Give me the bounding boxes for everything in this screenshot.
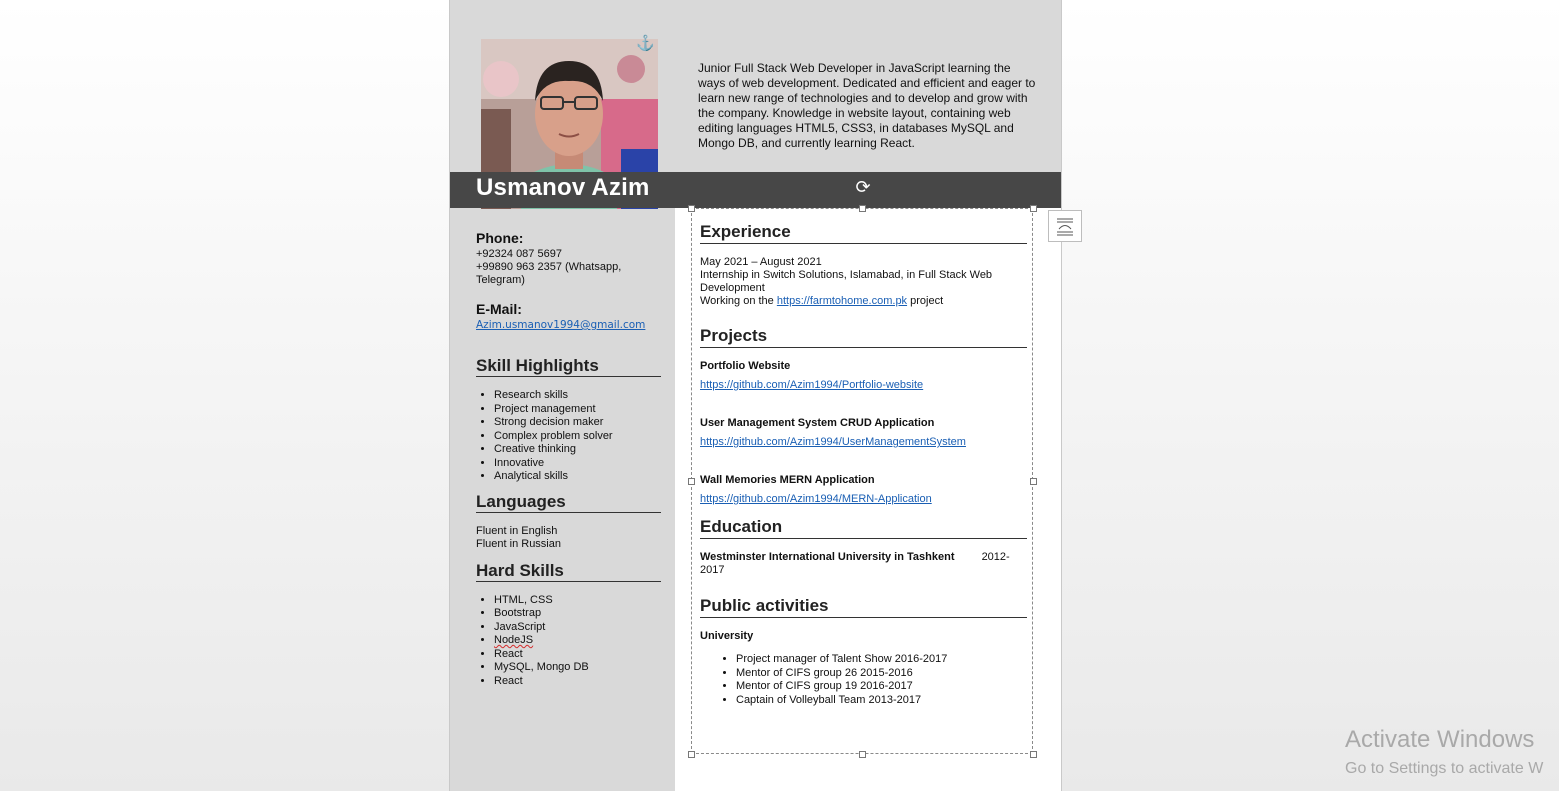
resume-page: ⚓ Junior Full Stack Web Developer in Jav… (449, 0, 1062, 791)
activities-list: Project manager of Talent Show 2016-2017… (700, 653, 1027, 707)
experience-desc: Internship in Switch Solutions, Islamaba… (700, 269, 993, 294)
work-prefix: Working on the (700, 295, 777, 307)
language-item: Fluent in English (476, 524, 558, 537)
anchor-icon: ⚓ (636, 35, 655, 52)
list-item: Creative thinking (494, 443, 661, 457)
list-item: React (494, 675, 661, 689)
education-years-end: 2017 (700, 564, 725, 576)
phone-label: Phone: (476, 230, 524, 246)
spellcheck-word[interactable]: NodeJS (494, 634, 533, 646)
resize-handle[interactable] (859, 751, 866, 758)
activities-subtitle: University (700, 630, 754, 642)
project-name: Portfolio Website (700, 360, 791, 372)
summary-text: Junior Full Stack Web Developer in JavaS… (698, 61, 1036, 150)
education-years-start: 2012- (981, 551, 1010, 563)
phone-2: +99890 963 2357 (Whatsapp, Telegram) (476, 261, 622, 286)
list-item: Complex problem solver (494, 430, 661, 444)
list-item: Research skills (494, 389, 661, 403)
activities-title: Public activities (700, 597, 1027, 618)
layout-options-icon[interactable] (1048, 210, 1082, 242)
list-item: Mentor of CIFS group 26 2015-2016 (736, 667, 1027, 681)
list-item: React (494, 648, 661, 662)
skills-title: Skill Highlights (476, 357, 661, 377)
hard-skills-title: Hard Skills (476, 562, 661, 582)
farmtohome-link[interactable]: https://farmtohome.com.pk (777, 295, 907, 307)
resize-handle[interactable] (1030, 478, 1037, 485)
experience-dates: May 2021 – August 2021 (700, 256, 822, 268)
project-link[interactable]: https://github.com/Azim1994/MERN-Applica… (700, 493, 932, 505)
list-item: NodeJS (494, 634, 661, 648)
list-item: JavaScript (494, 621, 661, 635)
education-title: Education (700, 518, 1027, 539)
projects-title: Projects (700, 327, 1027, 348)
resize-handle[interactable] (1030, 205, 1037, 212)
languages-title: Languages (476, 493, 661, 513)
education-school: Westminster International University in … (700, 551, 955, 563)
list-item: Bootstrap (494, 607, 661, 621)
project-name: User Management System CRUD Application (700, 417, 935, 429)
resize-handle[interactable] (1030, 751, 1037, 758)
experience-title: Experience (700, 223, 1027, 244)
activate-windows-subtitle: Go to Settings to activate W (1345, 760, 1544, 777)
project-link[interactable]: https://github.com/Azim1994/UserManageme… (700, 436, 966, 448)
list-item: MySQL, Mongo DB (494, 661, 661, 675)
work-suffix: project (907, 295, 944, 307)
main-content: Experience May 2021 – August 2021 Intern… (700, 223, 1027, 707)
list-item: Captain of Volleyball Team 2013-2017 (736, 694, 1027, 708)
email-label: E-Mail: (476, 301, 522, 317)
candidate-name: Usmanov Azim (476, 174, 650, 201)
list-item: Analytical skills (494, 470, 661, 484)
project-name: Wall Memories MERN Application (700, 474, 875, 486)
list-item: HTML, CSS (494, 594, 661, 608)
list-item: Project management (494, 403, 661, 417)
hard-skills-list: HTML, CSS Bootstrap JavaScript NodeJS Re… (476, 594, 661, 689)
experience-work: Working on the https://farmtohome.com.pk… (700, 295, 1027, 308)
project-link[interactable]: https://github.com/Azim1994/Portfolio-we… (700, 379, 923, 391)
resize-handle[interactable] (688, 751, 695, 758)
list-item: Project manager of Talent Show 2016-2017 (736, 653, 1027, 667)
resize-handle[interactable] (688, 478, 695, 485)
list-item: Innovative (494, 457, 661, 471)
list-item: Strong decision maker (494, 416, 661, 430)
email-link[interactable]: Azim.usmanov1994@gmail.com (476, 319, 645, 331)
language-item: Fluent in Russian (476, 537, 561, 550)
rotate-handle-icon[interactable]: ⟳ (853, 177, 873, 197)
sidebar-content: Phone: +92324 087 5697 +99890 963 2357 (… (476, 230, 661, 689)
resize-handle[interactable] (859, 205, 866, 212)
skills-list: Research skills Project management Stron… (476, 389, 661, 484)
resize-handle[interactable] (688, 205, 695, 212)
list-item: Mentor of CIFS group 19 2016-2017 (736, 680, 1027, 694)
activate-windows-title: Activate Windows (1345, 726, 1535, 753)
phone-1: +92324 087 5697 (476, 248, 562, 260)
